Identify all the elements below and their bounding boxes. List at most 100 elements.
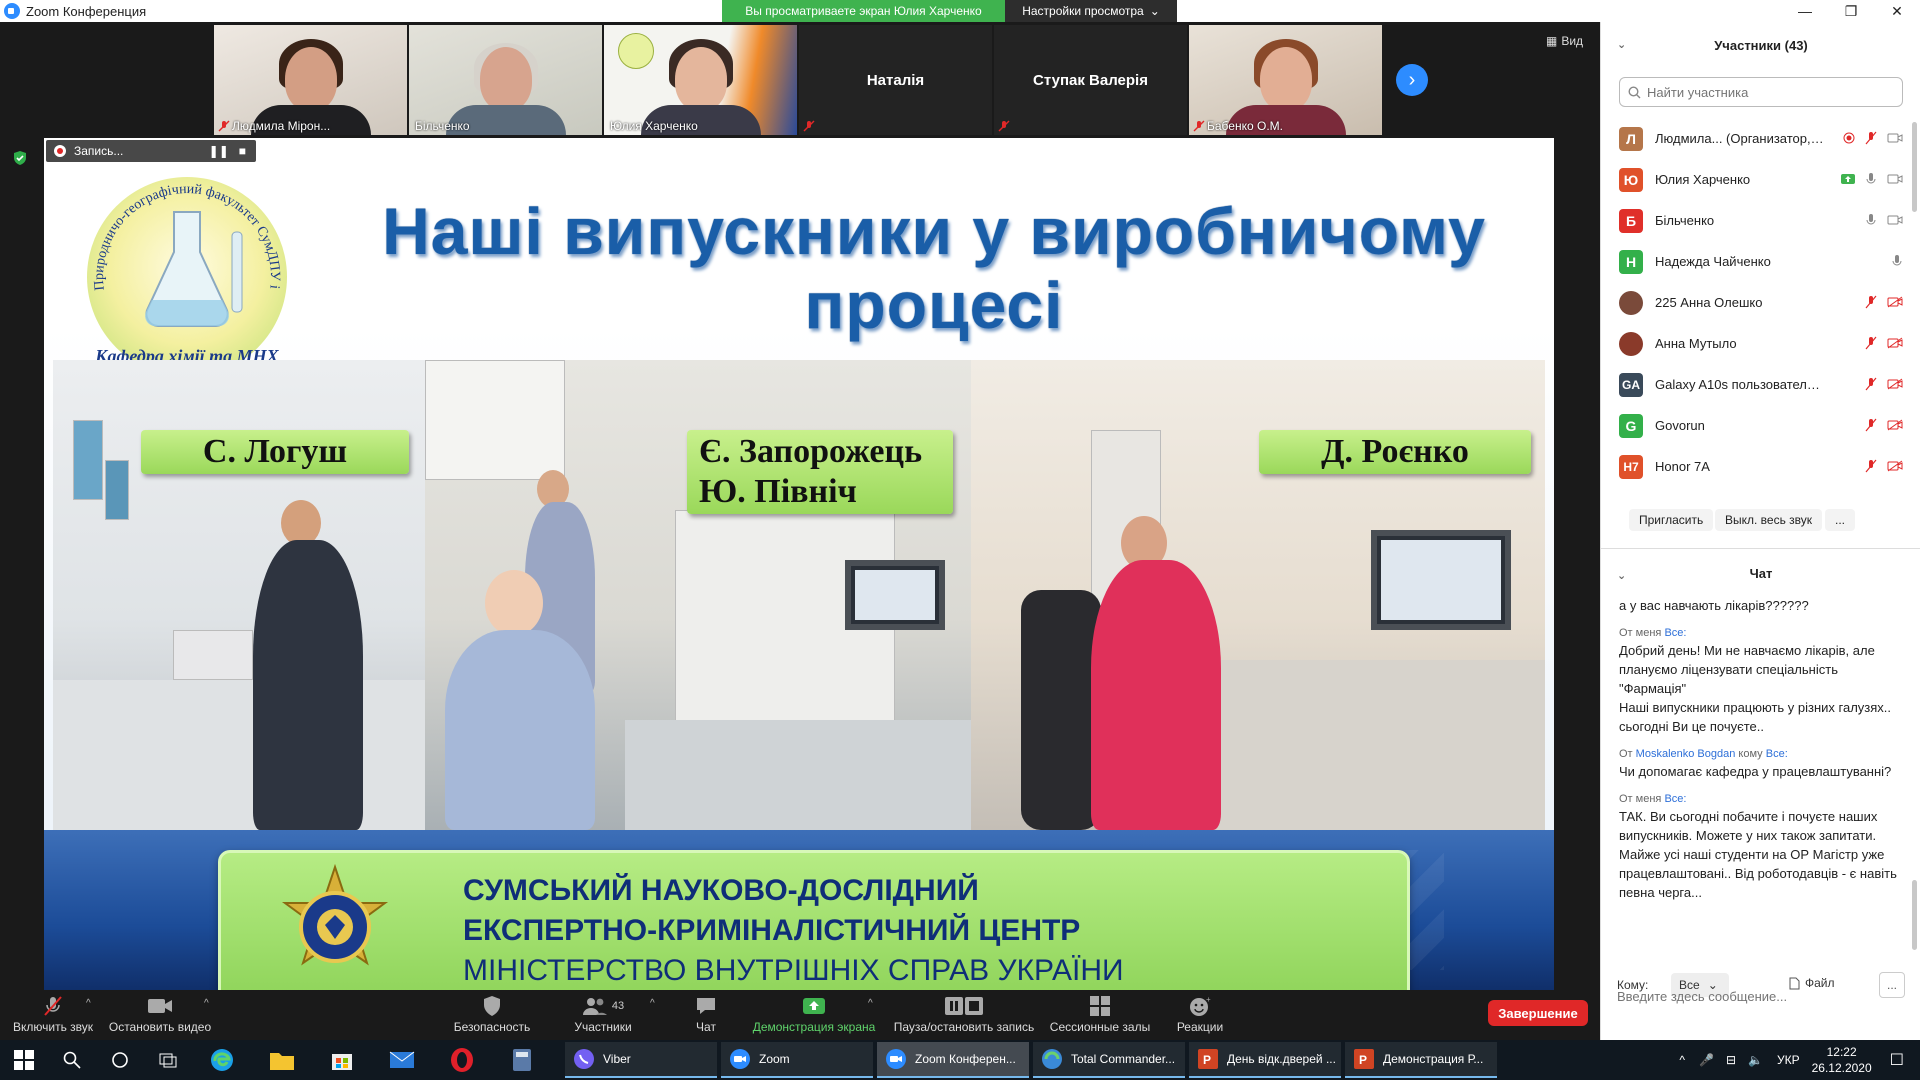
task-view-icon[interactable] xyxy=(154,1046,182,1074)
wall-device xyxy=(73,420,103,500)
share-screen-button[interactable]: Демонстрация экрана xyxy=(750,994,878,1034)
participant-row[interactable]: Ю Юлия Харченко xyxy=(1601,159,1911,200)
stop-video-button[interactable]: Остановить видео xyxy=(108,994,212,1034)
mic-icon[interactable] xyxy=(1891,254,1903,268)
mic-muted-icon[interactable] xyxy=(1865,418,1877,432)
participants-search[interactable] xyxy=(1619,77,1903,107)
participants-scrollbar[interactable] xyxy=(1912,122,1917,212)
svg-text:P: P xyxy=(1359,1053,1367,1067)
recording-label: Запись... xyxy=(74,144,124,158)
minimize-icon[interactable]: — xyxy=(1782,0,1828,22)
mic-icon[interactable] xyxy=(1865,213,1877,227)
logo-circle xyxy=(618,33,654,69)
chevron-up-icon[interactable]: ^ xyxy=(1679,1053,1685,1067)
mail-icon[interactable] xyxy=(388,1046,416,1074)
chevron-up-icon[interactable]: ^ xyxy=(86,998,91,1009)
chevron-up-icon[interactable]: ^ xyxy=(204,998,209,1009)
invite-button[interactable]: Пригласить xyxy=(1629,509,1714,531)
more-options-button[interactable]: ... xyxy=(1825,509,1856,531)
gallery-next-button[interactable]: › xyxy=(1396,64,1428,96)
edge-icon[interactable] xyxy=(208,1046,236,1074)
search-icon[interactable] xyxy=(58,1046,86,1074)
name-tile-5[interactable]: Ступак Валерія xyxy=(994,25,1187,135)
calculator-icon[interactable] xyxy=(508,1046,536,1074)
mute-all-button[interactable]: Выкл. весь звук xyxy=(1715,509,1823,531)
restore-icon[interactable]: ❐ xyxy=(1828,0,1874,22)
mic-muted-icon[interactable] xyxy=(1865,377,1877,391)
chat-button[interactable]: Чат xyxy=(686,994,726,1034)
video-tile-2[interactable]: Більченко xyxy=(409,25,602,135)
name-label-1: С. Логуш xyxy=(141,430,409,474)
video-off-icon[interactable] xyxy=(1887,296,1903,308)
participant-row[interactable]: H7 Honor 7A xyxy=(1601,446,1911,487)
mic-icon[interactable] xyxy=(1865,172,1877,186)
taskbar-app-viber[interactable]: Viber xyxy=(565,1042,717,1078)
chevron-up-icon[interactable]: ^ xyxy=(650,998,655,1009)
end-meeting-button[interactable]: Завершение xyxy=(1488,1000,1588,1026)
video-off-icon[interactable] xyxy=(1887,337,1903,349)
taskbar-app-zoom[interactable]: Zoom xyxy=(721,1042,873,1078)
mic-muted-icon[interactable] xyxy=(1865,131,1877,145)
chevron-down-icon[interactable]: ⌄ xyxy=(1617,569,1626,582)
avatar: H7 xyxy=(1619,454,1643,479)
video-off-icon[interactable] xyxy=(1887,378,1903,390)
video-tile-3[interactable]: Юлия Харченко xyxy=(604,25,797,135)
video-camera-icon xyxy=(148,999,172,1013)
participant-row[interactable]: G Govorun xyxy=(1601,405,1911,446)
volume-icon[interactable]: 🔈 xyxy=(1748,1053,1763,1067)
view-button[interactable]: ▦ Вид xyxy=(1546,34,1583,48)
mic-muted-icon[interactable] xyxy=(1865,295,1877,309)
taskbar-app-powerpoint-1[interactable]: P День відк.дверей ... xyxy=(1189,1042,1341,1078)
pause-icon[interactable]: ❚❚ xyxy=(209,144,229,158)
pause-record-button[interactable]: Пауза/остановить запись xyxy=(892,994,1036,1034)
breakout-rooms-button[interactable]: Сессионные залы xyxy=(1048,994,1152,1034)
notifications-icon[interactable]: ☐ xyxy=(1890,1050,1904,1070)
video-camera-icon[interactable] xyxy=(1887,173,1903,185)
clock[interactable]: 12:22 26.12.2020 xyxy=(1812,1044,1872,1076)
close-icon[interactable]: ✕ xyxy=(1874,0,1920,22)
file-explorer-icon[interactable] xyxy=(268,1046,296,1074)
chevron-up-icon[interactable]: ^ xyxy=(868,998,873,1009)
store-icon[interactable] xyxy=(328,1046,356,1074)
opera-icon[interactable] xyxy=(448,1046,476,1074)
cortana-icon[interactable] xyxy=(106,1046,134,1074)
stop-icon[interactable]: ■ xyxy=(239,144,246,158)
participants-button[interactable]: 43 Участники xyxy=(568,994,638,1034)
name-tile-4[interactable]: Наталія xyxy=(799,25,992,135)
taskbar-app-total-commander[interactable]: Total Commander... xyxy=(1033,1042,1185,1078)
mvs-emblem-icon xyxy=(281,863,389,966)
participant-row[interactable]: Б Більченко xyxy=(1601,200,1911,241)
mic-muted-icon[interactable] xyxy=(1865,459,1877,473)
language-indicator[interactable]: УКР xyxy=(1777,1053,1800,1067)
participant-row[interactable]: GA Galaxy A10s пользователя Пол... xyxy=(1601,364,1911,405)
network-icon[interactable]: ⊟ xyxy=(1726,1053,1736,1067)
reactions-button[interactable]: + Реакции xyxy=(1172,994,1228,1034)
chevron-down-icon[interactable]: ⌄ xyxy=(1617,38,1626,51)
unmute-button[interactable]: Включить звук xyxy=(10,994,96,1034)
taskbar-app-powerpoint-2[interactable]: P Демонстрация Р... xyxy=(1345,1042,1497,1078)
wall-device xyxy=(105,460,129,520)
microphone-icon[interactable]: 🎤 xyxy=(1699,1053,1714,1067)
participant-row[interactable]: 225 Анна Олешко xyxy=(1601,282,1911,323)
side-panel: ⌄ Участники (43) Л Людмила... (Организат… xyxy=(1600,22,1920,1040)
video-tile-6[interactable]: Бабенко О.М. xyxy=(1189,25,1382,135)
participant-row[interactable]: Анна Мутыло xyxy=(1601,323,1911,364)
participants-search-input[interactable] xyxy=(1647,84,1887,100)
participant-row[interactable]: Л Людмила... (Организатор, я) xyxy=(1601,118,1911,159)
video-off-icon[interactable] xyxy=(1887,419,1903,431)
security-shield-icon[interactable] xyxy=(12,150,28,166)
mic-muted-icon[interactable] xyxy=(1865,336,1877,350)
participant-row[interactable]: Н Надежда Чайченко xyxy=(1601,241,1911,282)
video-off-icon[interactable] xyxy=(1887,460,1903,472)
windows-taskbar: Viber Zoom Zoom Конферен... Total Comman… xyxy=(0,1040,1920,1080)
recording-controls: ❚❚ ■ xyxy=(209,144,256,158)
video-camera-icon[interactable] xyxy=(1887,132,1903,144)
chat-message-input[interactable] xyxy=(1617,984,1907,1008)
video-tile-1[interactable]: Людмила Мірон... xyxy=(214,25,407,135)
security-button[interactable]: Безопасность xyxy=(450,994,534,1034)
windows-start-icon[interactable] xyxy=(10,1046,38,1074)
video-camera-icon[interactable] xyxy=(1887,214,1903,226)
taskbar-app-zoom-meeting[interactable]: Zoom Конферен... xyxy=(877,1042,1029,1078)
view-options-button[interactable]: Настройки просмотра ⌄ xyxy=(1005,0,1177,22)
chat-scrollbar[interactable] xyxy=(1912,880,1917,950)
